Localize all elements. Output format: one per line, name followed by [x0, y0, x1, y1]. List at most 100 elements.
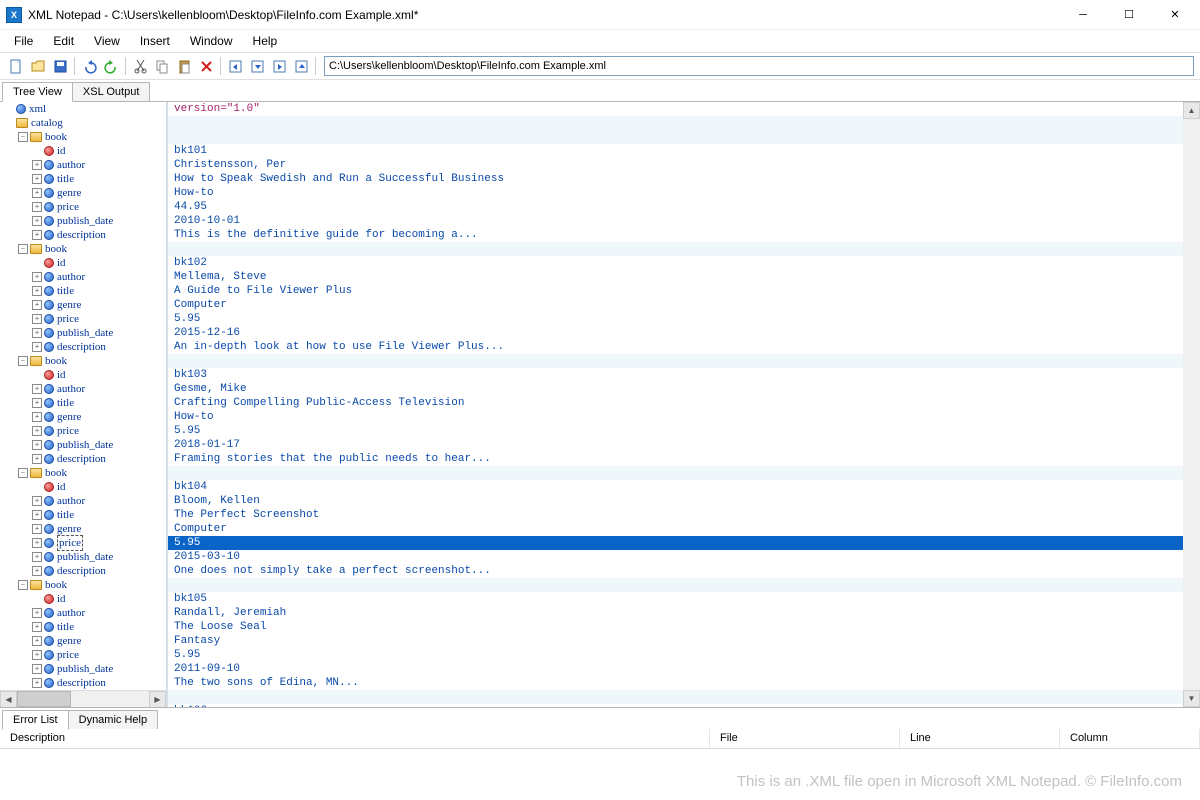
redo-icon[interactable]	[101, 56, 121, 76]
value-cell[interactable]: 5.95	[168, 424, 1200, 438]
expand-icon[interactable]: +	[32, 272, 42, 282]
node-label[interactable]: id	[57, 256, 66, 270]
value-cell[interactable]: How-to	[168, 186, 1200, 200]
value-cell[interactable]: version="1.0"	[168, 102, 1200, 116]
tree-node[interactable]: +title	[0, 508, 166, 522]
node-label[interactable]: price	[57, 424, 79, 438]
tree-node[interactable]: +description	[0, 340, 166, 354]
node-label[interactable]: description	[57, 452, 106, 466]
value-cell[interactable]: 44.95	[168, 200, 1200, 214]
tree-node[interactable]: +price	[0, 200, 166, 214]
value-cell[interactable]: bk102	[168, 256, 1200, 270]
tree-node[interactable]: +author	[0, 606, 166, 620]
node-label[interactable]: publish_date	[57, 214, 113, 228]
copy-icon[interactable]	[152, 56, 172, 76]
collapse-icon[interactable]: −	[18, 132, 28, 142]
node-label[interactable]: book	[45, 466, 67, 480]
value-cell[interactable]: 5.95	[168, 312, 1200, 326]
value-cell[interactable]: bk104	[168, 480, 1200, 494]
paste-icon[interactable]	[174, 56, 194, 76]
tree-node[interactable]: +author	[0, 158, 166, 172]
value-cell[interactable]	[168, 578, 1200, 592]
node-label[interactable]: book	[45, 242, 67, 256]
node-label[interactable]: price	[57, 200, 79, 214]
tab-tree-view[interactable]: Tree View	[2, 82, 73, 102]
value-cell[interactable]: bk105	[168, 592, 1200, 606]
node-label[interactable]: id	[57, 592, 66, 606]
menu-window[interactable]: Window	[182, 32, 241, 50]
node-label[interactable]: id	[57, 480, 66, 494]
value-cell[interactable]: Fantasy	[168, 634, 1200, 648]
expand-icon[interactable]: +	[32, 188, 42, 198]
expand-icon[interactable]: +	[32, 440, 42, 450]
node-label[interactable]: description	[57, 676, 106, 690]
node-label[interactable]: title	[57, 172, 74, 186]
tree-node[interactable]: +price	[0, 648, 166, 662]
close-button[interactable]: ✕	[1152, 0, 1198, 30]
expand-icon[interactable]: +	[32, 412, 42, 422]
tree-node[interactable]: +description	[0, 676, 166, 690]
tab-xsl-output[interactable]: XSL Output	[72, 82, 150, 101]
node-label[interactable]: publish_date	[57, 326, 113, 340]
tree-node[interactable]: +genre	[0, 522, 166, 536]
value-cell[interactable]: 5.95	[168, 536, 1200, 550]
expand-icon[interactable]: +	[32, 510, 42, 520]
tree-node[interactable]: +description	[0, 228, 166, 242]
value-cell[interactable]: 2015-03-10	[168, 550, 1200, 564]
expand-icon[interactable]: +	[32, 650, 42, 660]
expand-icon[interactable]: +	[32, 398, 42, 408]
tree-node[interactable]: xml	[0, 102, 166, 116]
value-cell[interactable]: 5.95	[168, 648, 1200, 662]
node-label[interactable]: author	[57, 382, 85, 396]
tree-node[interactable]: +genre	[0, 410, 166, 424]
tree-node[interactable]: id	[0, 256, 166, 270]
value-cell[interactable]: Bloom, Kellen	[168, 494, 1200, 508]
node-label[interactable]: author	[57, 270, 85, 284]
node-label[interactable]: genre	[57, 298, 81, 312]
expand-icon[interactable]: +	[32, 454, 42, 464]
node-label[interactable]: price	[57, 535, 83, 551]
tree-node[interactable]: +price	[0, 312, 166, 326]
tree-node[interactable]: −book	[0, 130, 166, 144]
value-cell[interactable]	[168, 130, 1200, 144]
value-scrollbar[interactable]: ▲ ▼	[1183, 102, 1200, 707]
value-cell[interactable]: 2018-01-17	[168, 438, 1200, 452]
collapse-icon[interactable]: −	[18, 244, 28, 254]
tree-node[interactable]: +publish_date	[0, 438, 166, 452]
tab-dynamic-help[interactable]: Dynamic Help	[68, 710, 158, 729]
tree-hscroll-right[interactable]: ▶	[149, 691, 166, 707]
node-label[interactable]: author	[57, 158, 85, 172]
tree-node[interactable]: −book	[0, 354, 166, 368]
tree-node[interactable]: −book	[0, 578, 166, 592]
value-cell[interactable]: The Perfect Screenshot	[168, 508, 1200, 522]
value-cell[interactable]: An in-depth look at how to use File View…	[168, 340, 1200, 354]
node-label[interactable]: description	[57, 564, 106, 578]
delete-icon[interactable]	[196, 56, 216, 76]
tree-node[interactable]: + description	[0, 564, 166, 578]
collapse-icon[interactable]: −	[18, 580, 28, 590]
node-label[interactable]: title	[57, 396, 74, 410]
value-cell[interactable]: bk103	[168, 368, 1200, 382]
tree-node[interactable]: id	[0, 144, 166, 158]
value-scroll-up[interactable]: ▲	[1183, 102, 1200, 119]
expand-icon[interactable]: +	[32, 342, 42, 352]
node-label[interactable]: publish_date	[57, 662, 113, 676]
node-label[interactable]: xml	[29, 102, 46, 116]
col-column[interactable]: Column	[1060, 729, 1200, 748]
expand-icon[interactable]: +	[32, 538, 42, 548]
expand-icon[interactable]: +	[32, 174, 42, 184]
value-cell[interactable]: Computer	[168, 298, 1200, 312]
value-cell[interactable]	[168, 242, 1200, 256]
node-label[interactable]: price	[57, 312, 79, 326]
value-cell[interactable]	[168, 466, 1200, 480]
menu-file[interactable]: File	[6, 32, 41, 50]
value-cell[interactable]: Mellema, Steve	[168, 270, 1200, 284]
value-cell[interactable]	[168, 690, 1200, 704]
node-label[interactable]: author	[57, 606, 85, 620]
tree-node[interactable]: +author	[0, 494, 166, 508]
value-cell[interactable]: The two sons of Edina, MN...	[168, 676, 1200, 690]
value-cell[interactable]: One does not simply take a perfect scree…	[168, 564, 1200, 578]
col-file[interactable]: File	[710, 729, 900, 748]
minimize-button[interactable]: ─	[1060, 0, 1106, 30]
expand-icon[interactable]: +	[32, 566, 42, 576]
